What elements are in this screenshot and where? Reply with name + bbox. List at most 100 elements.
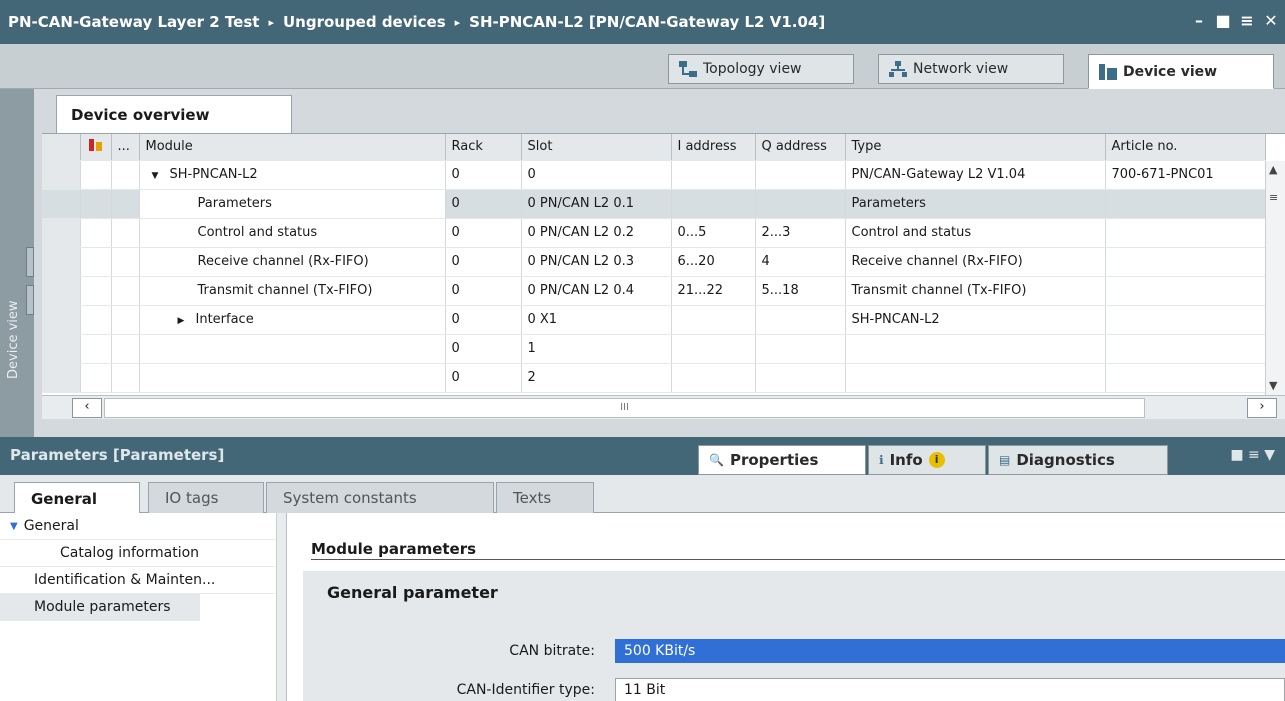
q-address-cell[interactable] [755,305,846,335]
column-header-filter[interactable] [80,134,112,161]
collapse-panel-icon[interactable]: ▼ [1264,447,1275,463]
general-parameter-group: General parameter CAN bitrate: 500 KBit/… [303,571,1285,701]
column-header-article-no[interactable]: Article no. [1105,134,1266,161]
tab-io-tags[interactable]: IO tags [148,482,264,513]
nav-splitter[interactable] [276,513,286,701]
scroll-up-icon[interactable]: ▲ [1269,163,1277,176]
q-address-cell[interactable] [755,334,846,364]
breadcrumb-group[interactable]: Ungrouped devices [283,13,446,31]
table-row-selected[interactable]: Parameters 0 0 PN/CAN L2 0.1 Parameters [42,189,1266,219]
expanded-triangle-icon[interactable]: ▼ [10,521,18,532]
device-overview-table: ... Module Rack Slot I address Q address… [42,133,1285,396]
slot-cell: 1 [521,334,672,364]
filter-icon [88,138,102,151]
expanded-triangle-icon[interactable]: ▼ [152,171,162,181]
can-bitrate-select[interactable]: 500 KBit/s [615,639,1285,663]
tab-info[interactable]: ℹ Info i [868,445,986,475]
column-header-rack[interactable]: Rack [445,134,522,161]
column-header-q-address[interactable]: Q address [755,134,846,161]
article-cell: 700-671-PNC01 [1105,160,1266,190]
i-address-cell[interactable] [671,334,756,364]
nav-item-identification-maintenance[interactable]: Identification & Mainten... [0,567,286,594]
q-address-cell[interactable] [755,189,846,219]
module-cell[interactable]: Transmit channel (Tx-FIFO) [139,276,446,306]
module-cell[interactable]: ▶ Interface [139,305,446,335]
view-switch-bar: Topology view Network view Device view [0,44,1285,89]
q-address-cell[interactable] [755,160,846,190]
slot-cell: 0 PN/CAN L2 0.2 [521,218,672,248]
scroll-thumb[interactable]: III [104,398,1145,418]
tab-properties[interactable]: 🔍 Properties [698,445,866,475]
breadcrumb-project[interactable]: PN-CAN-Gateway Layer 2 Test [8,13,259,31]
table-row[interactable]: Receive channel (Rx-FIFO) 0 0 PN/CAN L2 … [42,247,1266,277]
module-cell[interactable]: ▼ SH-PNCAN-L2 [139,160,446,190]
i-address-cell[interactable] [671,363,756,393]
type-cell: Parameters [845,189,1106,219]
module-cell[interactable]: Receive channel (Rx-FIFO) [139,247,446,277]
slot-cell: 0 PN/CAN L2 0.3 [521,247,672,277]
q-address-cell[interactable] [755,363,846,393]
i-address-cell[interactable]: 0...5 [671,218,756,248]
nav-item-catalog-information[interactable]: Catalog information [0,540,286,567]
column-header-slot[interactable]: Slot [521,134,672,161]
column-header-i-address[interactable]: I address [671,134,756,161]
device-view-button[interactable]: Device view [1088,54,1274,89]
table-row[interactable]: 0 2 [42,363,1266,393]
inspector-nav: ▼ General Catalog information Identifica… [0,513,287,701]
table-row[interactable]: 0 1 [42,334,1266,364]
can-identifier-type-select[interactable]: 11 Bit [615,678,1285,701]
vertical-scrollbar[interactable]: ▲ ≡ ▼ [1265,161,1285,396]
rack-cell: 0 [445,276,522,306]
tab-general[interactable]: General [14,482,140,514]
rack-cell: 0 [445,334,522,364]
tab-diagnostics[interactable]: ▤ Diagnostics [988,445,1168,475]
horizontal-scrollbar[interactable]: ‹ III › [42,395,1285,419]
i-address-cell[interactable] [671,305,756,335]
module-cell[interactable] [139,363,446,393]
rack-cell: 0 [445,247,522,277]
q-address-cell[interactable]: 4 [755,247,846,277]
topology-view-button[interactable]: Topology view [668,54,854,84]
scroll-down-icon[interactable]: ▼ [1269,379,1277,392]
scroll-right-icon[interactable]: › [1247,398,1277,418]
list-icon[interactable]: ≡ [1248,447,1260,463]
network-view-button[interactable]: Network view [878,54,1064,84]
module-cell[interactable]: Parameters [139,189,446,219]
collapsed-triangle-icon[interactable]: ▶ [178,316,188,326]
table-row[interactable]: ▶ Interface 0 0 X1 SH-PNCAN-L2 [42,305,1266,335]
minimize-icon[interactable]: – [1191,12,1207,30]
q-address-cell[interactable]: 2...3 [755,218,846,248]
info-icon: ℹ [879,453,884,467]
device-view-vertical-label: Device view [6,300,21,379]
tab-device-overview[interactable]: Device overview [56,95,292,133]
breadcrumb-device[interactable]: SH-PNCAN-L2 [PN/CAN-Gateway L2 V1.04] [469,13,825,31]
collapse-handle-icon[interactable] [26,247,34,277]
float-window-icon[interactable]: ■ [1215,12,1231,30]
float-panel-icon[interactable]: ■ [1230,447,1243,463]
module-cell[interactable] [139,334,446,364]
rack-cell: 0 [445,305,522,335]
tab-system-constants[interactable]: System constants [266,482,494,513]
section-divider [311,559,1285,560]
maximize-icon[interactable]: ≡ [1239,12,1255,30]
close-icon[interactable]: ✕ [1263,12,1279,30]
nav-item-general[interactable]: ▼ General [0,513,286,540]
i-address-cell[interactable] [671,160,756,190]
table-row[interactable]: ▼ SH-PNCAN-L2 0 0 PN/CAN-Gateway L2 V1.04… [42,160,1266,190]
table-row[interactable]: Control and status 0 0 PN/CAN L2 0.2 0..… [42,218,1266,248]
i-address-cell[interactable]: 21...22 [671,276,756,306]
i-address-cell[interactable] [671,189,756,219]
table-row[interactable]: Transmit channel (Tx-FIFO) 0 0 PN/CAN L2… [42,276,1266,306]
module-cell[interactable]: Control and status [139,218,446,248]
q-address-cell[interactable]: 5...18 [755,276,846,306]
expand-handle-icon[interactable] [26,285,34,315]
i-address-cell[interactable]: 6...20 [671,247,756,277]
column-header-more[interactable]: ... [111,134,140,161]
nav-item-module-parameters[interactable]: Module parameters [0,594,200,621]
scroll-thumb-icon[interactable]: ≡ [1269,191,1278,204]
tab-texts[interactable]: Texts [496,482,594,513]
scroll-left-icon[interactable]: ‹ [72,398,102,418]
column-header-type[interactable]: Type [845,134,1106,161]
column-header-module[interactable]: Module [139,134,446,161]
article-cell [1105,276,1266,306]
